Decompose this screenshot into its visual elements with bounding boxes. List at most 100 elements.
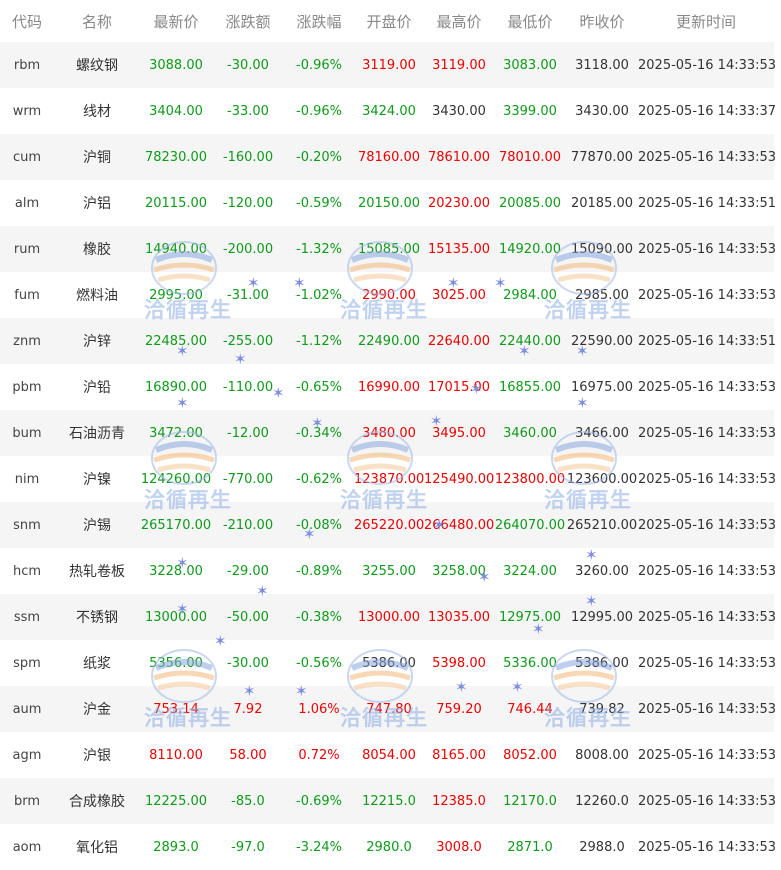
cell-low: 123800.00 [494, 456, 566, 502]
cell-high: 13035.00 [424, 594, 494, 640]
cell-change: -30.00 [212, 42, 284, 88]
header-open[interactable]: 开盘价 [354, 0, 424, 42]
cell-name[interactable]: 燃料油 [54, 272, 140, 318]
cell-change: -29.00 [212, 548, 284, 594]
header-low[interactable]: 最低价 [494, 0, 566, 42]
cell-name[interactable]: 沪镍 [54, 456, 140, 502]
cell-name[interactable]: 沪铅 [54, 364, 140, 410]
cell-pct: -0.38% [284, 594, 354, 640]
header-change[interactable]: 涨跌额 [212, 0, 284, 42]
header-pct[interactable]: 涨跌幅 [284, 0, 354, 42]
header-high[interactable]: 最高价 [424, 0, 494, 42]
cell-time: 2025-05-16 14:33:53 [638, 272, 776, 318]
cell-name[interactable]: 沪铝 [54, 180, 140, 226]
cell-low: 2871.0 [494, 824, 566, 870]
cell-high: 22640.00 [424, 318, 494, 364]
cell-low: 20085.00 [494, 180, 566, 226]
cell-latest: 78230.00 [140, 134, 212, 180]
cell-open: 747.80 [354, 686, 424, 732]
cell-low: 3399.00 [494, 88, 566, 134]
table-row[interactable]: aum 沪金 753.14 7.92 1.06% 747.80 759.20 746.44 73… [0, 686, 776, 732]
cell-low: 8052.00 [494, 732, 566, 778]
table-row[interactable]: pbm 沪铅 16890.00 -110.00 -0.65% 16990.00 17015.… [0, 364, 776, 410]
cell-name[interactable]: 不锈钢 [54, 594, 140, 640]
header-code[interactable]: 代码 [0, 0, 54, 42]
cell-name[interactable]: 纸浆 [54, 640, 140, 686]
cell-change: -120.00 [212, 180, 284, 226]
table-row[interactable]: rum 橡胶 14940.00 -200.00 -1.32% 15085.00 15135.… [0, 226, 776, 272]
cell-prev: 12995.00 [566, 594, 638, 640]
table-header-row: 代码 名称 最新价 涨跌额 涨跌幅 开盘价 最高价 最低价 昨收价 更新时间 [0, 0, 774, 42]
table-row[interactable]: hcm 热轧卷板 3228.00 -29.00 -0.89% 3255.00 3258.00… [0, 548, 776, 594]
cell-name[interactable]: 沪银 [54, 732, 140, 778]
cell-code: fum [0, 272, 54, 318]
header-name[interactable]: 名称 [54, 0, 140, 42]
table-row[interactable]: ssm 不锈钢 13000.00 -50.00 -0.38% 13000.00 13035.… [0, 594, 776, 640]
cell-low: 746.44 [494, 686, 566, 732]
table-row[interactable]: agm 沪银 8110.00 58.00 0.72% 8054.00 8165.00 8052… [0, 732, 776, 778]
cell-pct: -1.12% [284, 318, 354, 364]
cell-name[interactable]: 氧化铝 [54, 824, 140, 870]
cell-low: 5336.00 [494, 640, 566, 686]
cell-pct: -0.08% [284, 502, 354, 548]
cell-name[interactable]: 螺纹钢 [54, 42, 140, 88]
table-row[interactable]: aom 氧化铝 2893.0 -97.0 -3.24% 2980.0 3008.0 2871.… [0, 824, 776, 870]
cell-name[interactable]: 沪锌 [54, 318, 140, 364]
table-row[interactable]: cum 沪铜 78230.00 -160.00 -0.20% 78160.00 78610.… [0, 134, 776, 180]
table-row[interactable]: rbm 螺纹钢 3088.00 -30.00 -0.96% 3119.00 3119.00 3… [0, 42, 776, 88]
table-row[interactable]: bum 石油沥青 3472.00 -12.00 -0.34% 3480.00 3495.00… [0, 410, 776, 456]
cell-time: 2025-05-16 14:33:53 [638, 226, 776, 272]
table-row[interactable]: fum 燃料油 2995.00 -31.00 -1.02% 2990.00 3025.00 2… [0, 272, 776, 318]
cell-name[interactable]: 石油沥青 [54, 410, 140, 456]
cell-high: 78610.00 [424, 134, 494, 180]
cell-change: -255.00 [212, 318, 284, 364]
cell-name[interactable]: 热轧卷板 [54, 548, 140, 594]
cell-pct: -0.20% [284, 134, 354, 180]
header-prev[interactable]: 昨收价 [566, 0, 638, 42]
cell-name[interactable]: 沪铜 [54, 134, 140, 180]
cell-high: 3258.00 [424, 548, 494, 594]
cell-change: -85.0 [212, 778, 284, 824]
table-row[interactable]: znm 沪锌 22485.00 -255.00 -1.12% 22490.00 22640.… [0, 318, 776, 364]
cell-name[interactable]: 橡胶 [54, 226, 140, 272]
cell-name[interactable]: 合成橡胶 [54, 778, 140, 824]
cell-change: -160.00 [212, 134, 284, 180]
cell-name[interactable]: 沪金 [54, 686, 140, 732]
cell-time: 2025-05-16 14:33:53 [638, 640, 776, 686]
cell-change: 58.00 [212, 732, 284, 778]
cell-prev: 5386.00 [566, 640, 638, 686]
cell-change: -200.00 [212, 226, 284, 272]
cell-pct: -3.24% [284, 824, 354, 870]
cell-prev: 20185.00 [566, 180, 638, 226]
header-latest[interactable]: 最新价 [140, 0, 212, 42]
cell-prev: 8008.00 [566, 732, 638, 778]
table-row[interactable]: nim 沪镍 124260.00 -770.00 -0.62% 123870.00 1254… [0, 456, 776, 502]
table-row[interactable]: spm 纸浆 5356.00 -30.00 -0.56% 5386.00 5398.00 53… [0, 640, 776, 686]
cell-open: 2980.0 [354, 824, 424, 870]
cell-code: bum [0, 410, 54, 456]
table-row[interactable]: brm 合成橡胶 12225.00 -85.0 -0.69% 12215.0 12385.0… [0, 778, 776, 824]
cell-code: snm [0, 502, 54, 548]
cell-prev: 77870.00 [566, 134, 638, 180]
table-row[interactable]: wrm 线材 3404.00 -33.00 -0.96% 3424.00 3430.00 33… [0, 88, 776, 134]
cell-open: 265220.00 [354, 502, 424, 548]
cell-code: cum [0, 134, 54, 180]
table-row[interactable]: snm 沪锡 265170.00 -210.00 -0.08% 265220.00 2664… [0, 502, 776, 548]
cell-open: 22490.00 [354, 318, 424, 364]
cell-prev: 22590.00 [566, 318, 638, 364]
table-row[interactable]: alm 沪铝 20115.00 -120.00 -0.59% 20150.00 20230.… [0, 180, 776, 226]
cell-name[interactable]: 线材 [54, 88, 140, 134]
cell-pct: -0.89% [284, 548, 354, 594]
cell-prev: 2985.00 [566, 272, 638, 318]
cell-high: 12385.0 [424, 778, 494, 824]
cell-name[interactable]: 沪锡 [54, 502, 140, 548]
cell-change: 7.92 [212, 686, 284, 732]
cell-latest: 16890.00 [140, 364, 212, 410]
cell-high: 3008.0 [424, 824, 494, 870]
cell-latest: 3404.00 [140, 88, 212, 134]
cell-code: pbm [0, 364, 54, 410]
cell-high: 3025.00 [424, 272, 494, 318]
cell-code: aom [0, 824, 54, 870]
header-time[interactable]: 更新时间 [638, 0, 774, 42]
cell-time: 2025-05-16 14:33:53 [638, 548, 776, 594]
